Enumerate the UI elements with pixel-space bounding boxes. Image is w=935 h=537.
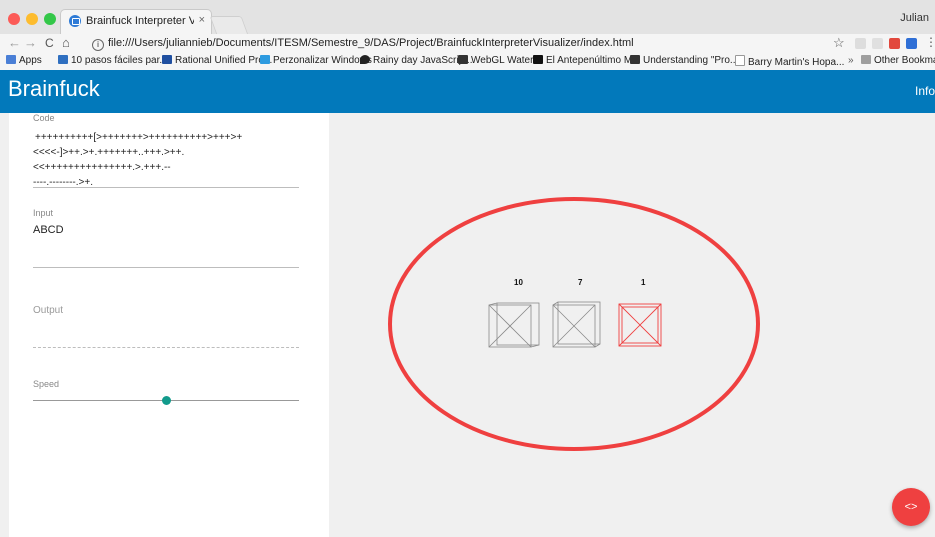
raindrop-icon: [360, 55, 370, 64]
forward-arrow-icon[interactable]: →: [24, 35, 37, 51]
code-label: Code: [33, 113, 55, 123]
extension-w-icon[interactable]: [855, 38, 866, 49]
browser-menu-icon[interactable]: ⋮: [925, 35, 935, 49]
apps-grid-icon: [6, 55, 16, 64]
folder-icon: [861, 55, 871, 64]
code-line: <<<<-]>++.>+.+++++++..+++.>++.<<++++++++…: [33, 147, 185, 173]
bookmark-other-bookmarks[interactable]: Other Bookmarks: [861, 55, 935, 66]
page-info-icon[interactable]: i: [92, 39, 104, 51]
braces-favicon-icon: [630, 55, 640, 64]
url-text: file:///Users/juliannieb/Documents/ITESM…: [108, 37, 634, 49]
bookmark-personalizar-windows[interactable]: Perzonalizar Windows: [260, 55, 372, 66]
bookmark-rational-unified[interactable]: Rational Unified Pro...: [162, 55, 272, 66]
memory-cell-1: [552, 301, 601, 348]
input-label: Input: [33, 208, 54, 218]
info-link[interactable]: Info: [915, 84, 935, 98]
tab-favicon-icon: [69, 15, 81, 27]
bookmark-barry-martin[interactable]: Barry Martin's Hopa...: [735, 55, 844, 68]
bookmark-apps[interactable]: Apps: [6, 55, 42, 66]
reload-icon[interactable]: C: [45, 35, 54, 51]
cell-value: 7: [578, 278, 583, 287]
speed-slider-thumb[interactable]: [161, 396, 171, 405]
extension-red-icon[interactable]: [889, 38, 900, 49]
output-underline: [33, 347, 299, 349]
annotation-ellipse: [388, 197, 760, 451]
speed-label: Speed: [33, 379, 60, 389]
code-line: ++++++++++[>+++++++>++++++++++>+++>+: [35, 132, 243, 143]
page-icon: [735, 55, 745, 66]
extension-wifi-icon[interactable]: [872, 38, 883, 49]
code-textarea[interactable]: ++++++++++[>+++++++>++++++++++>+++>+ <<<…: [33, 130, 300, 190]
ibm-favicon-icon: [162, 55, 172, 64]
app-title: Brainfuck: [8, 76, 100, 101]
memory-cell-0: [488, 302, 540, 348]
output-label: Output: [33, 305, 64, 316]
bookmark-webgl-water[interactable]: WebGL Water: [458, 55, 533, 66]
a-favicon-icon: [533, 55, 543, 64]
cell-value: 10: [514, 278, 523, 287]
bookmark-antepenultimo[interactable]: El Antepenúltimo M...: [533, 55, 641, 66]
cell-value: 1: [641, 278, 646, 287]
memory-cell-2-active: [618, 303, 662, 347]
home-icon[interactable]: ⌂: [62, 35, 70, 51]
app-toolbar: [0, 70, 935, 113]
bookmark-star-icon[interactable]: ☆: [833, 35, 845, 51]
extension-blue-icon[interactable]: [906, 38, 917, 49]
maximize-window-button[interactable]: [44, 13, 56, 25]
new-tab-button[interactable]: [209, 16, 249, 35]
code-underline: [33, 187, 299, 188]
back-arrow-icon[interactable]: ←: [8, 35, 21, 51]
windows-favicon-icon: [260, 55, 270, 64]
bookmark-rainy-day[interactable]: Rainy day JavaScrip...: [360, 55, 473, 66]
tab-title: Brainfuck Interpreter Visualize: [86, 15, 194, 27]
webgl-favicon-icon: [458, 55, 468, 64]
input-field[interactable]: ABCD: [33, 223, 64, 238]
bookmark-10-pasos[interactable]: 10 pasos fáciles par...: [58, 55, 168, 66]
code-toggle-button[interactable]: <>: [892, 488, 930, 526]
close-window-button[interactable]: [8, 13, 20, 25]
address-bar[interactable]: i file:///Users/juliannieb/Documents/ITES…: [92, 35, 634, 51]
profile-name[interactable]: Julian: [900, 12, 929, 24]
bookmarks-overflow-chevron[interactable]: »: [848, 55, 854, 66]
code-brackets-icon: <>: [904, 501, 918, 513]
input-underline: [33, 267, 299, 268]
tab-close-icon[interactable]: ×: [199, 14, 205, 26]
minimize-window-button[interactable]: [26, 13, 38, 25]
bookmarks-bar: Apps 10 pasos fáciles par... Rational Un…: [0, 52, 935, 71]
bookmark-favicon-icon: [58, 55, 68, 64]
bookmark-understanding[interactable]: Understanding "Pro...: [630, 55, 738, 66]
browser-tab[interactable]: Brainfuck Interpreter Visualize ×: [60, 9, 212, 35]
